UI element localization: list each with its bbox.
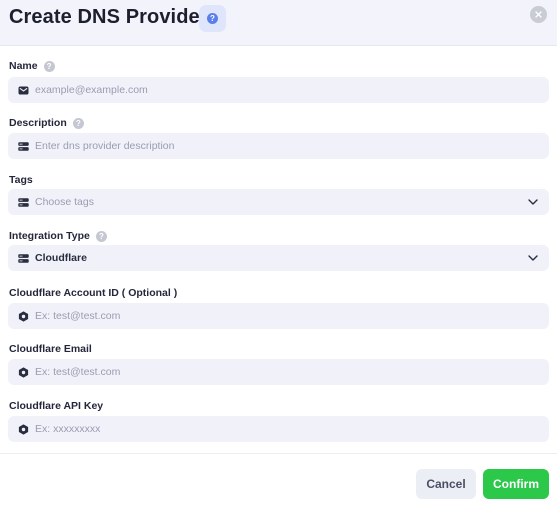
integration-type-label: Integration Type ? [9, 230, 107, 242]
chevron-down-icon[interactable] [527, 196, 539, 208]
tags-select[interactable]: Choose tags [8, 189, 549, 215]
account-id-placeholder: Ex: test@test.com [35, 310, 121, 322]
hexagon-dot-icon [17, 310, 29, 322]
api-key-placeholder: Ex: xxxxxxxxx [35, 423, 101, 435]
account-id-input[interactable]: Ex: test@test.com [8, 303, 549, 329]
api-key-label: Cloudflare API Key [9, 400, 103, 412]
description-input-placeholder: Enter dns provider description [35, 140, 175, 152]
tags-label: Tags [9, 174, 33, 186]
email-input[interactable]: Ex: test@test.com [8, 359, 549, 385]
name-input-placeholder: example@example.com [35, 84, 148, 96]
help-icon[interactable]: ? [72, 117, 84, 129]
integration-type-label-text: Integration Type [9, 230, 90, 242]
email-placeholder: Ex: test@test.com [35, 366, 121, 378]
hexagon-dot-icon [17, 423, 29, 435]
api-key-input[interactable]: Ex: xxxxxxxxx [8, 416, 549, 442]
envelope-icon [17, 84, 29, 96]
chevron-down-icon[interactable] [527, 252, 539, 264]
account-id-label: Cloudflare Account ID ( Optional ) [9, 287, 177, 299]
help-icon: ? [207, 13, 218, 24]
confirm-button[interactable]: Confirm [483, 469, 549, 499]
account-id-label-text: Cloudflare Account ID ( Optional ) [9, 287, 178, 299]
name-input[interactable]: example@example.com [8, 77, 549, 103]
hexagon-dot-icon [17, 366, 29, 378]
help-icon[interactable]: ? [43, 60, 55, 72]
tags-label-text: Tags [9, 174, 33, 186]
help-icon[interactable]: ? [95, 230, 107, 242]
server-icon [17, 140, 29, 152]
email-label: Cloudflare Email [9, 343, 92, 355]
tags-select-placeholder: Choose tags [35, 196, 94, 208]
close-button[interactable] [530, 6, 547, 23]
api-key-label-text: Cloudflare API Key [9, 400, 104, 412]
email-label-text: Cloudflare Email [9, 343, 92, 355]
description-input[interactable]: Enter dns provider description [8, 133, 549, 159]
description-label: Description ? [9, 117, 84, 129]
server-icon [17, 196, 29, 208]
close-icon [535, 11, 542, 18]
name-label: Name ? [9, 60, 55, 72]
cancel-button[interactable]: Cancel [416, 469, 476, 499]
integration-type-select[interactable]: Cloudflare [8, 245, 549, 271]
dialog-title: Create DNS Provider [9, 6, 208, 28]
server-icon [17, 252, 29, 264]
description-label-text: Description [9, 117, 67, 129]
dialog-header: Create DNS Provider ? [0, 0, 557, 46]
integration-type-value: Cloudflare [35, 252, 87, 264]
title-help-button[interactable]: ? [199, 5, 226, 32]
name-label-text: Name [9, 60, 38, 72]
